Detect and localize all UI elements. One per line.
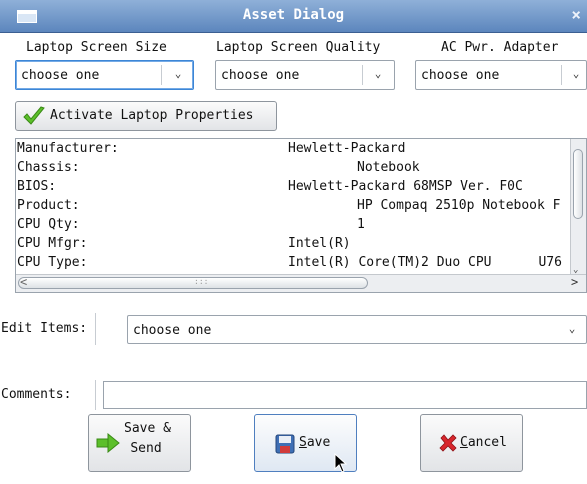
properties-list: Manufacturer: Hewlett-Packard Chassis: N… [16, 140, 571, 271]
checkmark-icon [23, 106, 45, 125]
horizontal-scroll-thumb[interactable] [18, 277, 368, 289]
property-row: CPU Qty: 1 [16, 216, 571, 235]
screen-size-label: Laptop Screen Size [26, 40, 167, 55]
chevron-down-icon[interactable]: ⌄ [569, 67, 583, 80]
property-value: Notebook [357, 160, 420, 175]
combo-divider [161, 65, 162, 85]
property-key: CPU Qty: [17, 217, 80, 232]
chevron-down-icon[interactable]: ⌄ [371, 67, 385, 80]
cancel-label: Cancel [460, 435, 507, 450]
scroll-right-icon[interactable]: > [571, 275, 578, 289]
activate-laptop-properties-button[interactable]: Activate Laptop Properties [15, 101, 277, 131]
chevron-down-icon[interactable]: ⌄ [171, 67, 185, 80]
property-row: CPU Type: Intel(R) Core(TM)2 Duo CPU U76 [16, 254, 571, 271]
property-value: Intel(R) Core(TM)2 Duo CPU U76 [288, 255, 562, 270]
close-icon[interactable]: × [571, 5, 581, 24]
property-row: Manufacturer: Hewlett-Packard [16, 140, 571, 159]
comments-label: Comments: [1, 387, 72, 402]
property-value: Hewlett-Packard [288, 141, 406, 156]
chevron-down-icon[interactable]: ⌄ [565, 322, 579, 335]
screen-size-select[interactable]: choose one ⌄ [15, 60, 194, 90]
ac-adapter-label: AC Pwr. Adapter [441, 40, 559, 55]
combo-divider [561, 65, 562, 85]
floppy-disk-icon [275, 434, 295, 454]
field-divider [95, 313, 96, 345]
properties-panel[interactable]: Manufacturer: Hewlett-Packard Chassis: N… [15, 138, 587, 293]
scroll-grip-icon: ::: [194, 277, 209, 286]
field-divider [95, 380, 96, 410]
combo-divider [362, 65, 363, 85]
screen-quality-value: choose one [221, 68, 300, 83]
scroll-left-icon[interactable]: < [20, 275, 27, 289]
property-value: HP Compaq 2510p Notebook F [357, 198, 561, 213]
property-value: Hewlett-Packard 68MSP Ver. F0C [288, 179, 523, 194]
ac-adapter-select[interactable]: choose one ⌄ [415, 60, 587, 90]
property-row: Chassis: Notebook [16, 159, 571, 178]
screen-quality-label: Laptop Screen Quality [216, 40, 381, 55]
send-arrow-icon [96, 433, 120, 453]
screen-quality-select[interactable]: choose one ⌄ [215, 60, 395, 90]
title-bar[interactable]: Asset Dialog × [0, 0, 587, 33]
property-key: CPU Mfgr: [17, 236, 88, 251]
vertical-scroll-thumb[interactable] [573, 149, 583, 219]
save-send-label-line1: Save & [124, 421, 171, 436]
horizontal-scrollbar[interactable]: < ::: > [16, 274, 586, 292]
property-row: Product: HP Compaq 2510p Notebook F [16, 197, 571, 216]
property-key: Chassis: [17, 160, 80, 175]
cancel-x-icon [439, 434, 457, 452]
cancel-button[interactable]: Cancel [420, 414, 523, 472]
save-send-label-line2: Send [130, 441, 162, 456]
property-key: CPU Type: [17, 255, 88, 270]
edit-items-select[interactable]: choose one ⌄ [127, 315, 587, 344]
property-row: BIOS: Hewlett-Packard 68MSP Ver. F0C [16, 178, 571, 197]
property-key: Product: [17, 198, 80, 213]
property-value: Intel(R) [288, 236, 351, 251]
edit-items-label: Edit Items: [1, 321, 88, 336]
save-mnemonic: S [299, 435, 307, 450]
property-key: Manufacturer: [17, 141, 119, 156]
activate-button-label: Activate Laptop Properties [50, 108, 254, 123]
screen-size-value: choose one [21, 68, 100, 83]
property-row: CPU Mfgr: Intel(R) [16, 235, 571, 254]
ac-adapter-value: choose one [421, 68, 500, 83]
asset-dialog-window: Asset Dialog × Laptop Screen Size Laptop… [0, 0, 587, 484]
save-and-send-button[interactable]: Save & Send [88, 414, 191, 472]
edit-items-value: choose one [133, 323, 212, 338]
cancel-mnemonic: C [460, 435, 468, 450]
window-title: Asset Dialog [242, 7, 345, 23]
property-value: 1 [357, 217, 365, 232]
property-key: BIOS: [17, 179, 57, 194]
save-label-rest: ave [306, 435, 331, 450]
cancel-label-rest: ancel [467, 435, 507, 450]
save-label: Save [299, 435, 330, 450]
mouse-cursor-icon [334, 453, 348, 473]
vertical-scrollbar[interactable]: ⌄ [570, 139, 586, 276]
comments-field[interactable] [103, 381, 587, 409]
